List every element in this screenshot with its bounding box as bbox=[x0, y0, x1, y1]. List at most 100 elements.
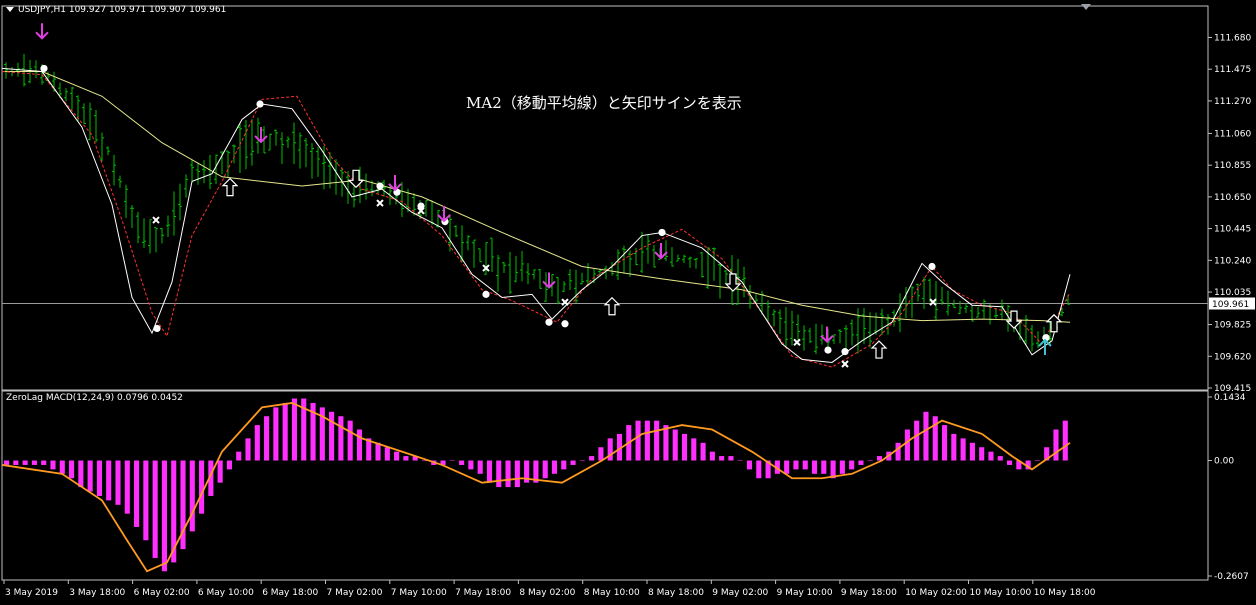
macd-histogram-bar bbox=[969, 442, 975, 461]
macd-histogram-bar bbox=[654, 420, 660, 461]
price-tick-label: 110.650 bbox=[1214, 193, 1251, 203]
macd-histogram-bar bbox=[468, 460, 474, 470]
macd-histogram-bar bbox=[59, 460, 65, 474]
time-tick-label: 10 May 10:00 bbox=[970, 588, 1032, 598]
macd-histogram-bar bbox=[784, 460, 790, 474]
price-tick-label: 110.855 bbox=[1214, 161, 1251, 171]
macd-histogram-bar bbox=[700, 442, 706, 461]
macd-tick-label: 0.00 bbox=[1214, 457, 1234, 467]
macd-histogram-bar bbox=[254, 425, 260, 461]
macd-header: ZeroLag MACD(12,24,9) 0.0796 0.0452 bbox=[6, 393, 183, 403]
macd-histogram-bar bbox=[394, 451, 400, 461]
macd-histogram-bar bbox=[22, 460, 28, 465]
buy-arrow-icon bbox=[221, 177, 239, 197]
price-tick-label: 111.475 bbox=[1214, 65, 1251, 75]
macd-panel bbox=[1, 398, 1071, 573]
signal-dot bbox=[482, 290, 490, 298]
macd-histogram-bar bbox=[756, 460, 762, 479]
buy-arrow-icon bbox=[1045, 313, 1063, 333]
symbol-header[interactable]: USDJPY,H1 109.927 109.971 109.907 109.96… bbox=[6, 5, 226, 15]
macd-histogram-bar bbox=[644, 420, 650, 461]
signal-dot bbox=[841, 348, 849, 356]
macd-histogram-bar bbox=[728, 456, 734, 461]
macd-histogram-bar bbox=[134, 460, 140, 527]
macd-histogram-bar bbox=[78, 460, 84, 488]
macd-histogram-bar bbox=[914, 420, 920, 461]
chart-annotation: MA2（移動平均線）と矢印サインを表示 bbox=[466, 94, 742, 112]
macd-histogram-bar bbox=[579, 460, 585, 462]
macd-histogram-bar bbox=[960, 438, 966, 461]
macd-histogram-bar bbox=[236, 451, 242, 461]
macd-histogram-bar bbox=[217, 460, 223, 483]
signal-cross bbox=[376, 199, 384, 207]
sell-arrow-icon bbox=[820, 326, 834, 344]
macd-histogram-bar bbox=[1006, 460, 1013, 465]
price-tick-label: 111.270 bbox=[1214, 97, 1251, 107]
macd-histogram-bar bbox=[505, 460, 511, 488]
macd-histogram-bar bbox=[264, 416, 270, 461]
time-tick-label: 6 May 02:00 bbox=[134, 588, 190, 598]
macd-histogram-bar bbox=[199, 460, 205, 514]
price-axis: 111.680 111.475 111.270 111.060 110.855 110.6… bbox=[2, 33, 1255, 394]
time-tick-label: 6 May 10:00 bbox=[198, 588, 254, 598]
close-price: 109.961 bbox=[189, 5, 227, 15]
hollow-down-arrow-icon bbox=[347, 169, 365, 189]
macd-histogram-bar bbox=[514, 460, 520, 488]
macd-histogram-bar bbox=[542, 460, 548, 479]
macd-histogram-bar bbox=[904, 429, 910, 461]
sell-arrow-icon bbox=[254, 126, 268, 144]
dropdown-triangle-icon[interactable] bbox=[6, 7, 14, 12]
price-tick-label: 111.060 bbox=[1214, 129, 1251, 139]
signal-dot bbox=[658, 228, 666, 237]
macd-histogram-bar bbox=[375, 442, 381, 461]
macd-histogram-bar bbox=[41, 460, 47, 465]
signal-cross bbox=[929, 298, 937, 306]
time-tick-label: 3 May 18:00 bbox=[69, 588, 125, 598]
macd-histogram-bar bbox=[13, 460, 19, 465]
macd-histogram-bar bbox=[226, 460, 232, 470]
macd-histogram-bar bbox=[273, 407, 279, 461]
signal-cross bbox=[152, 216, 160, 224]
macd-histogram-bar bbox=[384, 447, 390, 461]
price-tick-label: 110.035 bbox=[1214, 288, 1251, 298]
macd-histogram-bar bbox=[663, 425, 669, 461]
time-tick-label: 8 May 18:00 bbox=[648, 588, 704, 598]
macd-histogram-bar bbox=[988, 451, 994, 461]
macd-value-2: 0.0452 bbox=[151, 393, 183, 403]
signal-dot bbox=[153, 324, 161, 333]
macd-histogram-bar bbox=[839, 460, 845, 474]
macd-axis: 0.1434 0.00 -0.2607 bbox=[1208, 393, 1249, 582]
price-tick-label: 110.240 bbox=[1214, 256, 1251, 266]
macd-histogram-bar bbox=[561, 460, 567, 470]
macd-tick-label: 0.1434 bbox=[1214, 393, 1246, 403]
macd-histogram-bar bbox=[189, 460, 195, 532]
time-tick-label: 6 May 18:00 bbox=[262, 588, 318, 598]
macd-histogram-bar bbox=[245, 438, 251, 461]
macd-histogram-bar bbox=[124, 460, 130, 514]
time-tick-label: 3 May 2019 bbox=[5, 588, 58, 598]
high-price: 109.971 bbox=[108, 5, 147, 15]
price-tick-label: 110.445 bbox=[1214, 225, 1251, 235]
macd-histogram-bar bbox=[106, 460, 112, 501]
macd-histogram-bar bbox=[551, 460, 558, 474]
macd-histogram-bar bbox=[152, 460, 158, 558]
time-tick-label: 8 May 10:00 bbox=[584, 588, 640, 598]
time-tick-label: 9 May 18:00 bbox=[841, 588, 897, 598]
open-price: 109.927 bbox=[68, 5, 107, 15]
macd-histogram-bar bbox=[291, 398, 298, 461]
macd-histogram-bar bbox=[477, 460, 483, 474]
macd-histogram-bar bbox=[849, 460, 855, 470]
chart-shift-triangle-icon[interactable] bbox=[1081, 4, 1091, 10]
macd-indicator-name: ZeroLag MACD(12,24,9) bbox=[6, 393, 115, 403]
signal-cross bbox=[841, 360, 849, 368]
macd-histogram-bar bbox=[449, 460, 455, 462]
macd-histogram-bar bbox=[115, 460, 121, 505]
price-tick-label: 109.620 bbox=[1214, 352, 1251, 362]
macd-histogram-bar bbox=[496, 460, 502, 488]
macd-histogram-bar bbox=[486, 460, 493, 483]
macd-histogram-bar bbox=[719, 456, 725, 461]
macd-histogram-bar bbox=[941, 425, 948, 461]
price-tick-label: 111.680 bbox=[1214, 33, 1251, 43]
macd-histogram-bar bbox=[403, 456, 409, 461]
macd-histogram-bar bbox=[356, 429, 363, 461]
